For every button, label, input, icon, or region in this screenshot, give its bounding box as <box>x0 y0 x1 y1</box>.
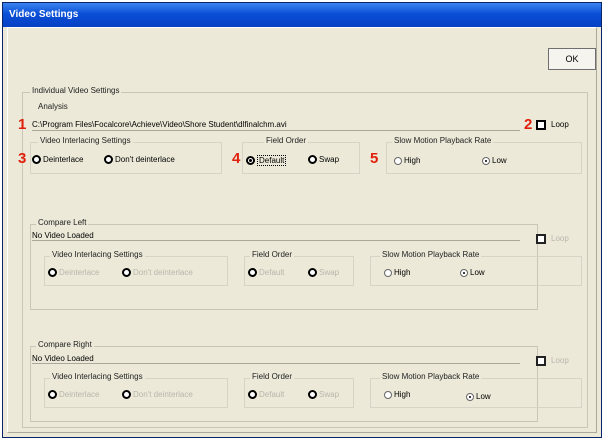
compare-right-field-swap-label: Swap <box>319 390 340 399</box>
compare-right-slow-motion-label: Slow Motion Playback Rate <box>380 372 482 381</box>
analysis-interlacing-label: Video Interlacing Settings <box>38 136 133 145</box>
analysis-loop-checkbox[interactable] <box>536 120 546 130</box>
compare-left-deinterlace-radio[interactable]: Deinterlace <box>48 268 99 277</box>
analysis-field-swap-radio[interactable]: Swap <box>308 155 339 164</box>
compare-right-field-order-label: Field Order <box>250 372 295 381</box>
callout-5: 5 <box>370 150 379 167</box>
compare-left-field-default-radio[interactable]: Default <box>248 268 284 277</box>
analysis-dont-deinterlace-radio[interactable]: Don't deinterlace <box>104 155 175 164</box>
analysis-path: C:\Program Files\Focalcore\Achieve\Video… <box>32 120 287 129</box>
radio-circle <box>104 155 113 164</box>
analysis-dont-deinterlace-label: Don't deinterlace <box>115 155 175 164</box>
analysis-separator <box>32 130 520 131</box>
radio-circle <box>384 268 392 277</box>
radio-circle <box>122 390 131 399</box>
compare-right-dont-deinterlace-radio[interactable]: Don't deinterlace <box>122 390 193 399</box>
radio-circle <box>384 390 392 399</box>
compare-right-field-default-label: Default <box>259 390 285 399</box>
callout-3: 3 <box>18 150 27 167</box>
compare-left-label: Compare Left <box>36 218 89 227</box>
compare-left-deinterlace-label: Deinterlace <box>59 268 100 277</box>
compare-left-path: No Video Loaded <box>32 231 94 240</box>
compare-left-field-order-label: Field Order <box>250 250 295 259</box>
compare-left-loop-label: Loop <box>551 234 569 243</box>
radio-circle <box>248 390 257 399</box>
compare-right-rate-low-label: Low <box>476 392 491 401</box>
analysis-field-order-label: Field Order <box>264 136 309 145</box>
radio-circle-selected <box>460 268 468 277</box>
ok-button[interactable]: OK <box>548 48 596 70</box>
window-title: Video Settings <box>3 3 601 27</box>
analysis-rate-high-label: High <box>404 156 421 165</box>
radio-circle <box>394 156 402 165</box>
compare-right-rate-low-radio[interactable]: Low <box>466 392 491 401</box>
dialog-body: OK Individual Video Settings Analysis 1 … <box>7 27 597 433</box>
analysis-field-default-radio[interactable]: Default <box>246 155 287 166</box>
compare-left-rate-high-label: High <box>394 268 411 277</box>
compare-right-rate-high-label: High <box>394 390 411 399</box>
radio-circle <box>248 268 257 277</box>
compare-left-rate-low-radio[interactable]: Low <box>460 268 485 277</box>
analysis-label: Analysis <box>38 102 68 111</box>
analysis-rate-low-radio[interactable]: Low <box>482 156 507 165</box>
radio-circle <box>48 390 57 399</box>
compare-right-field-swap-radio[interactable]: Swap <box>308 390 339 399</box>
compare-right-loop-checkbox[interactable] <box>536 356 546 366</box>
compare-left-loop-checkbox[interactable] <box>536 234 546 244</box>
compare-right-loop-label: Loop <box>551 356 569 365</box>
analysis-deinterlace-radio[interactable]: Deinterlace <box>32 155 83 164</box>
compare-right-deinterlace-radio[interactable]: Deinterlace <box>48 390 99 399</box>
radio-circle <box>122 268 131 277</box>
analysis-field-swap-label: Swap <box>319 155 340 164</box>
analysis-deinterlace-label: Deinterlace <box>43 155 84 164</box>
compare-right-interlacing-label: Video Interlacing Settings <box>50 372 145 381</box>
callout-1: 1 <box>18 116 27 133</box>
analysis-loop-label: Loop <box>551 120 569 129</box>
radio-circle <box>308 390 317 399</box>
radio-circle-selected <box>246 156 255 165</box>
radio-circle <box>48 268 57 277</box>
video-settings-window: Video Settings OK Individual Video Setti… <box>2 2 602 438</box>
compare-left-rate-high-radio[interactable]: High <box>384 268 410 277</box>
compare-right-field-default-radio[interactable]: Default <box>248 390 284 399</box>
analysis-rate-high-radio[interactable]: High <box>394 156 420 165</box>
compare-right-label: Compare Right <box>36 340 94 349</box>
compare-left-dont-deinterlace-radio[interactable]: Don't deinterlace <box>122 268 193 277</box>
radio-circle-selected <box>482 156 490 165</box>
compare-left-field-swap-radio[interactable]: Swap <box>308 268 339 277</box>
radio-circle <box>308 268 317 277</box>
radio-circle <box>32 155 41 164</box>
compare-left-separator <box>32 240 520 241</box>
callout-4: 4 <box>232 150 241 167</box>
radio-circle-selected <box>466 392 474 401</box>
compare-left-dont-deinterlace-label: Don't deinterlace <box>133 268 193 277</box>
analysis-field-default-label: Default <box>257 155 287 166</box>
radio-circle <box>308 155 317 164</box>
compare-right-rate-high-radio[interactable]: High <box>384 390 410 399</box>
callout-2: 2 <box>524 116 533 133</box>
compare-left-field-swap-label: Swap <box>319 268 340 277</box>
compare-right-path: No Video Loaded <box>32 354 94 363</box>
compare-right-dont-deinterlace-label: Don't deinterlace <box>133 390 193 399</box>
analysis-rate-low-label: Low <box>492 156 507 165</box>
compare-left-rate-low-label: Low <box>470 268 485 277</box>
compare-right-separator <box>32 363 520 364</box>
compare-left-slow-motion-label: Slow Motion Playback Rate <box>380 250 482 259</box>
compare-left-interlacing-label: Video Interlacing Settings <box>50 250 145 259</box>
compare-left-field-default-label: Default <box>259 268 285 277</box>
individual-video-settings-label: Individual Video Settings <box>30 86 122 95</box>
analysis-slow-motion-label: Slow Motion Playback Rate <box>392 136 494 145</box>
compare-right-deinterlace-label: Deinterlace <box>59 390 100 399</box>
